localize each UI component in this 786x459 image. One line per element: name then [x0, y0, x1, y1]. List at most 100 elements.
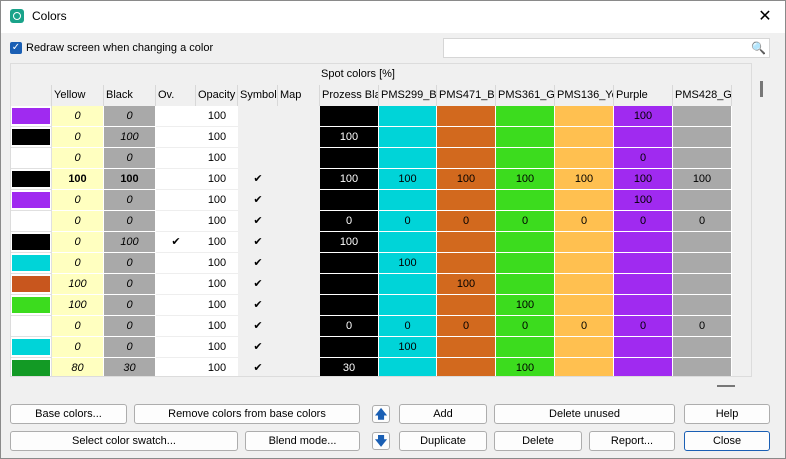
symbol-cell[interactable]: ✔	[238, 337, 278, 358]
yellow-cell[interactable]: 0	[52, 211, 104, 232]
black-cell[interactable]: 0	[104, 211, 156, 232]
spot-cell-s1[interactable]: 100	[320, 127, 379, 148]
opacity-cell[interactable]: 100	[196, 295, 238, 316]
opacity-cell[interactable]: 100	[196, 127, 238, 148]
redraw-checkbox[interactable]: ✓	[10, 42, 22, 54]
map-cell[interactable]	[278, 274, 320, 295]
column-header-map[interactable]: Map	[278, 85, 320, 106]
symbol-cell[interactable]: ✔	[238, 211, 278, 232]
overprint-cell[interactable]	[156, 316, 196, 337]
delete-unused-button[interactable]: Delete unused	[494, 404, 675, 424]
spot-cell-s2[interactable]	[379, 148, 437, 169]
spot-cell-s6[interactable]: 100	[614, 169, 673, 190]
spot-cell-s1[interactable]: 0	[320, 316, 379, 337]
yellow-cell[interactable]: 0	[52, 127, 104, 148]
overprint-cell[interactable]	[156, 106, 196, 127]
move-down-button[interactable]: 🡇	[372, 432, 390, 450]
black-cell[interactable]: 0	[104, 148, 156, 169]
yellow-cell[interactable]: 100	[52, 295, 104, 316]
spot-cell-s2[interactable]	[379, 232, 437, 253]
yellow-cell[interactable]: 0	[52, 316, 104, 337]
black-cell[interactable]: 100	[104, 127, 156, 148]
map-cell[interactable]	[278, 232, 320, 253]
yellow-cell[interactable]: 0	[52, 337, 104, 358]
help-button[interactable]: Help	[684, 404, 770, 424]
column-header-symbol[interactable]: Symbol	[238, 85, 278, 106]
spot-cell-s2[interactable]	[379, 358, 437, 376]
overprint-cell[interactable]	[156, 274, 196, 295]
spot-cell-s2[interactable]	[379, 295, 437, 316]
spot-cell-s5[interactable]	[555, 358, 614, 376]
search-input[interactable]: 🔍	[443, 38, 770, 58]
black-cell[interactable]: 0	[104, 337, 156, 358]
spot-cell-s1[interactable]: 30	[320, 358, 379, 376]
spot-cell-s6[interactable]	[614, 127, 673, 148]
spot-cell-s3[interactable]: 0	[437, 211, 496, 232]
map-cell[interactable]	[278, 127, 320, 148]
spot-cell-s5[interactable]: 0	[555, 316, 614, 337]
spot-cell-s5[interactable]	[555, 232, 614, 253]
spot-cell-s7[interactable]	[673, 358, 732, 376]
delete-button[interactable]: Delete	[494, 431, 582, 451]
spot-cell-s4[interactable]	[496, 337, 555, 358]
spot-cell-s4[interactable]: 0	[496, 211, 555, 232]
symbol-cell[interactable]: ✔	[238, 316, 278, 337]
overprint-cell[interactable]	[156, 295, 196, 316]
black-cell[interactable]: 0	[104, 274, 156, 295]
overprint-cell[interactable]	[156, 148, 196, 169]
spot-cell-s3[interactable]	[437, 358, 496, 376]
spot-cell-s3[interactable]	[437, 106, 496, 127]
color-swatch[interactable]	[11, 169, 52, 190]
duplicate-button[interactable]: Duplicate	[399, 431, 487, 451]
opacity-cell[interactable]: 100	[196, 148, 238, 169]
spot-cell-s4[interactable]	[496, 232, 555, 253]
spot-cell-s6[interactable]: 0	[614, 316, 673, 337]
yellow-cell[interactable]: 100	[52, 274, 104, 295]
horizontal-scrollbar[interactable]	[10, 378, 770, 392]
spot-cell-s5[interactable]	[555, 337, 614, 358]
spot-cell-s1[interactable]	[320, 274, 379, 295]
map-cell[interactable]	[278, 337, 320, 358]
spot-cell-s3[interactable]	[437, 127, 496, 148]
spot-cell-s1[interactable]	[320, 253, 379, 274]
spot-cell-s5[interactable]: 0	[555, 211, 614, 232]
spot-cell-s7[interactable]: 0	[673, 211, 732, 232]
spot-cell-s2[interactable]: 100	[379, 253, 437, 274]
spot-cell-s6[interactable]: 100	[614, 106, 673, 127]
spot-cell-s7[interactable]	[673, 127, 732, 148]
spot-cell-s4[interactable]: 100	[496, 295, 555, 316]
yellow-cell[interactable]: 0	[52, 148, 104, 169]
spot-cell-s7[interactable]	[673, 253, 732, 274]
opacity-cell[interactable]: 100	[196, 274, 238, 295]
add-button[interactable]: Add	[399, 404, 487, 424]
spot-cell-s7[interactable]	[673, 190, 732, 211]
spot-cell-s7[interactable]: 0	[673, 316, 732, 337]
color-swatch[interactable]	[11, 274, 52, 295]
overprint-cell[interactable]	[156, 253, 196, 274]
column-header-s2[interactable]: PMS299_Bl	[379, 85, 437, 106]
symbol-cell[interactable]: ✔	[238, 169, 278, 190]
yellow-cell[interactable]: 0	[52, 106, 104, 127]
spot-cell-s2[interactable]	[379, 190, 437, 211]
spot-cell-s5[interactable]	[555, 127, 614, 148]
spot-cell-s7[interactable]	[673, 232, 732, 253]
symbol-cell[interactable]: ✔	[238, 274, 278, 295]
move-up-button[interactable]: 🡅	[372, 405, 390, 423]
vertical-scrollbar[interactable]	[753, 63, 770, 377]
color-swatch[interactable]	[11, 148, 52, 169]
spot-cell-s3[interactable]: 100	[437, 169, 496, 190]
map-cell[interactable]	[278, 106, 320, 127]
symbol-cell[interactable]: ✔	[238, 295, 278, 316]
black-cell[interactable]: 100	[104, 169, 156, 190]
spot-cell-s4[interactable]: 0	[496, 316, 555, 337]
spot-cell-s5[interactable]	[555, 190, 614, 211]
vertical-scroll-thumb[interactable]	[760, 81, 763, 97]
color-swatch[interactable]	[11, 232, 52, 253]
overprint-cell[interactable]	[156, 169, 196, 190]
spot-cell-s7[interactable]	[673, 295, 732, 316]
spot-cell-s4[interactable]	[496, 253, 555, 274]
column-header-s6[interactable]: Purple	[614, 85, 673, 106]
column-header-s7[interactable]: PMS428_Gr	[673, 85, 732, 106]
spot-cell-s1[interactable]	[320, 148, 379, 169]
symbol-cell[interactable]: ✔	[238, 358, 278, 376]
